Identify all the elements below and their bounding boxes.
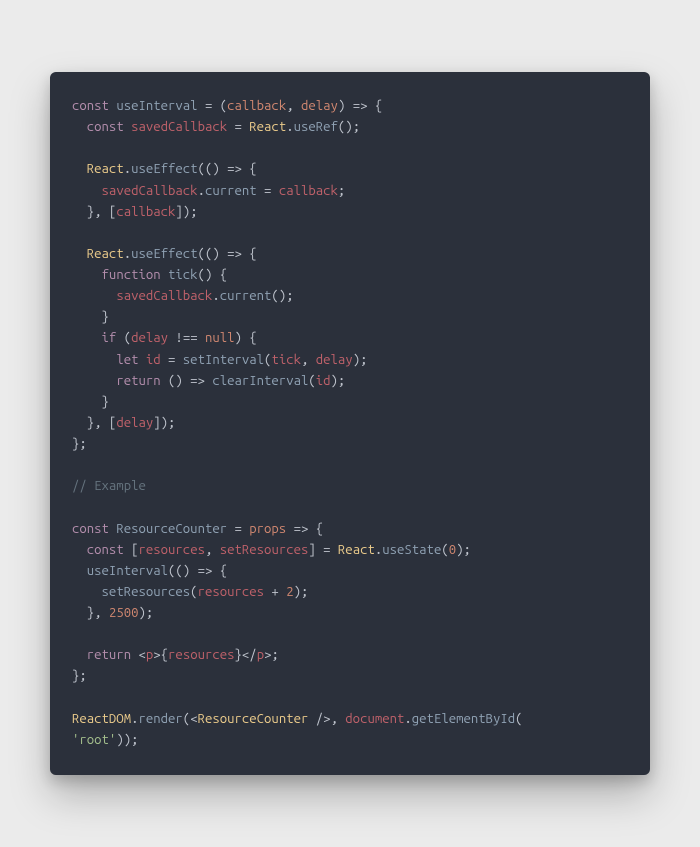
code-line: const savedCallback = React.useRef(); <box>72 120 360 134</box>
code-line: }, [callback]); <box>72 205 198 219</box>
code-line: function tick() { <box>72 268 227 282</box>
code-line: const [resources, setResources] = React.… <box>72 543 471 557</box>
code-line: }, [delay]); <box>72 416 175 430</box>
code-line: const ResourceCounter = props => { <box>72 522 323 536</box>
code-line: 'root')); <box>72 733 138 747</box>
code-line: } <box>72 395 109 409</box>
code-line: setResources(resources + 2); <box>72 585 308 599</box>
code-line: if (delay !== null) { <box>72 331 257 345</box>
code-line: } <box>72 310 109 324</box>
code-line: let id = setInterval(tick, delay); <box>72 353 367 367</box>
code-block: const useInterval = (callback, delay) =>… <box>72 96 628 751</box>
code-line: return () => clearInterval(id); <box>72 374 345 388</box>
code-line: }, 2500); <box>72 606 153 620</box>
code-comment: // Example <box>72 479 146 493</box>
code-line: return <p>{resources}</p>; <box>72 648 279 662</box>
code-line: savedCallback.current = callback; <box>72 184 345 198</box>
code-line: }; <box>72 437 87 451</box>
code-snippet-card: const useInterval = (callback, delay) =>… <box>50 72 650 775</box>
code-line: React.useEffect(() => { <box>72 247 257 261</box>
code-line: }; <box>72 669 87 683</box>
code-line: useInterval(() => { <box>72 564 227 578</box>
code-line: React.useEffect(() => { <box>72 162 257 176</box>
code-line: ReactDOM.render(<ResourceCounter />, doc… <box>72 712 523 726</box>
code-line: savedCallback.current(); <box>72 289 294 303</box>
code-line: const useInterval = (callback, delay) =>… <box>72 99 382 113</box>
